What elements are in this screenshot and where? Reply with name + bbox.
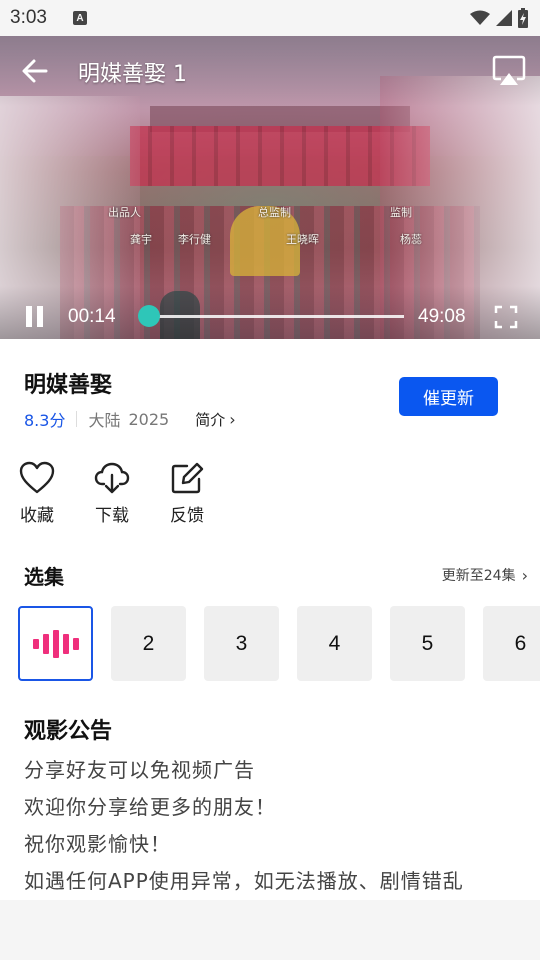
episodes-update-status: 更新至24集 bbox=[441, 568, 516, 584]
episode-item[interactable]: 4 bbox=[297, 606, 372, 681]
episode-item[interactable]: 6 bbox=[483, 606, 540, 681]
video-credits: 出品人 总监制 监制 龚宇 李行健 王晓晖 杨蕊 bbox=[0, 204, 540, 254]
heart-icon bbox=[19, 461, 55, 494]
seek-bar[interactable] bbox=[138, 305, 404, 327]
signal-icon bbox=[496, 10, 512, 26]
cloud-download-icon bbox=[94, 462, 130, 494]
favorite-button[interactable]: 收藏 bbox=[7, 461, 67, 526]
feedback-label: 反馈 bbox=[170, 506, 204, 526]
seek-thumb[interactable] bbox=[138, 305, 161, 327]
player-controls: 00:14 49:08 bbox=[0, 286, 540, 339]
total-time: 49:08 bbox=[418, 306, 466, 327]
action-row: 收藏 下载 反馈 bbox=[0, 461, 540, 531]
credit-line: 李行健 bbox=[178, 233, 211, 246]
fullscreen-icon[interactable] bbox=[494, 305, 518, 329]
status-bar: 3:03 A bbox=[0, 0, 540, 36]
bottom-area bbox=[0, 900, 540, 960]
airplay-cast-icon[interactable] bbox=[492, 55, 526, 87]
show-meta: 8.3分 大陆 2025 简介 › bbox=[24, 407, 236, 431]
credit-line: 龚宇 bbox=[130, 233, 152, 246]
current-time: 00:14 bbox=[68, 306, 116, 327]
edit-icon bbox=[171, 462, 204, 494]
chevron-right-icon: › bbox=[229, 409, 236, 429]
favorite-label: 收藏 bbox=[20, 506, 54, 526]
notice-line: 分享好友可以免视频广告 bbox=[24, 758, 255, 782]
status-icons bbox=[470, 8, 528, 28]
chevron-right-icon: › bbox=[521, 565, 528, 585]
wifi-icon bbox=[470, 10, 490, 25]
show-title: 明媒善娶 bbox=[24, 373, 113, 398]
download-button[interactable]: 下载 bbox=[82, 461, 142, 526]
urge-update-button[interactable]: 催更新 bbox=[399, 377, 498, 416]
episodes-title: 选集 bbox=[24, 565, 64, 589]
episode-current[interactable] bbox=[18, 606, 93, 681]
episode-list: 2 3 4 5 6 bbox=[18, 606, 540, 682]
credit-line: 王晓晖 bbox=[286, 233, 319, 246]
feedback-button[interactable]: 反馈 bbox=[157, 461, 217, 526]
pause-button[interactable] bbox=[24, 306, 46, 328]
credit-line: 总监制 bbox=[258, 206, 291, 219]
notice-line: 祝你观影愉快！ bbox=[24, 832, 171, 856]
credit-line: 出品人 bbox=[108, 206, 141, 219]
episode-item[interactable]: 5 bbox=[390, 606, 465, 681]
region: 大陆 bbox=[88, 411, 121, 430]
year: 2025 bbox=[128, 409, 170, 429]
video-player[interactable]: 出品人 总监制 监制 龚宇 李行健 王晓晖 杨蕊 明媒善娶 1 00:14 49… bbox=[0, 36, 540, 339]
episode-item[interactable]: 3 bbox=[204, 606, 279, 681]
episodes-update-link[interactable]: 更新至24集 › bbox=[442, 565, 528, 585]
status-time: 3:03 bbox=[10, 7, 47, 28]
detail-panel: 明媒善娶 8.3分 大陆 2025 简介 › 催更新 收藏 下载 反馈 选集 更… bbox=[0, 339, 540, 900]
player-top-bar: 明媒善娶 1 bbox=[0, 36, 540, 106]
meta-divider bbox=[76, 411, 78, 427]
battery-charging-icon bbox=[518, 8, 528, 28]
credit-line: 杨蕊 bbox=[400, 233, 422, 246]
player-title: 明媒善娶 1 bbox=[78, 62, 187, 87]
notice-text: 分享好友可以免视频广告 欢迎你分享给更多的朋友！ 祝你观影愉快！ 如遇任何APP… bbox=[24, 755, 524, 903]
episode-item[interactable]: 2 bbox=[111, 606, 186, 681]
notice-title: 观影公告 bbox=[24, 719, 113, 744]
notice-line: 欢迎你分享给更多的朋友！ bbox=[24, 795, 276, 819]
notice-line: 如遇任何APP使用异常，如无法播放、剧情错乱 bbox=[24, 869, 464, 893]
playing-bars-icon bbox=[32, 629, 79, 658]
intro-link[interactable]: 简介 › bbox=[195, 409, 235, 430]
credit-line: 监制 bbox=[390, 206, 412, 219]
score: 8.3分 bbox=[24, 411, 66, 430]
back-arrow-icon[interactable] bbox=[20, 56, 50, 86]
intro-label: 简介 bbox=[195, 410, 226, 429]
keyboard-indicator-icon: A bbox=[72, 11, 87, 25]
download-label: 下载 bbox=[95, 506, 129, 526]
